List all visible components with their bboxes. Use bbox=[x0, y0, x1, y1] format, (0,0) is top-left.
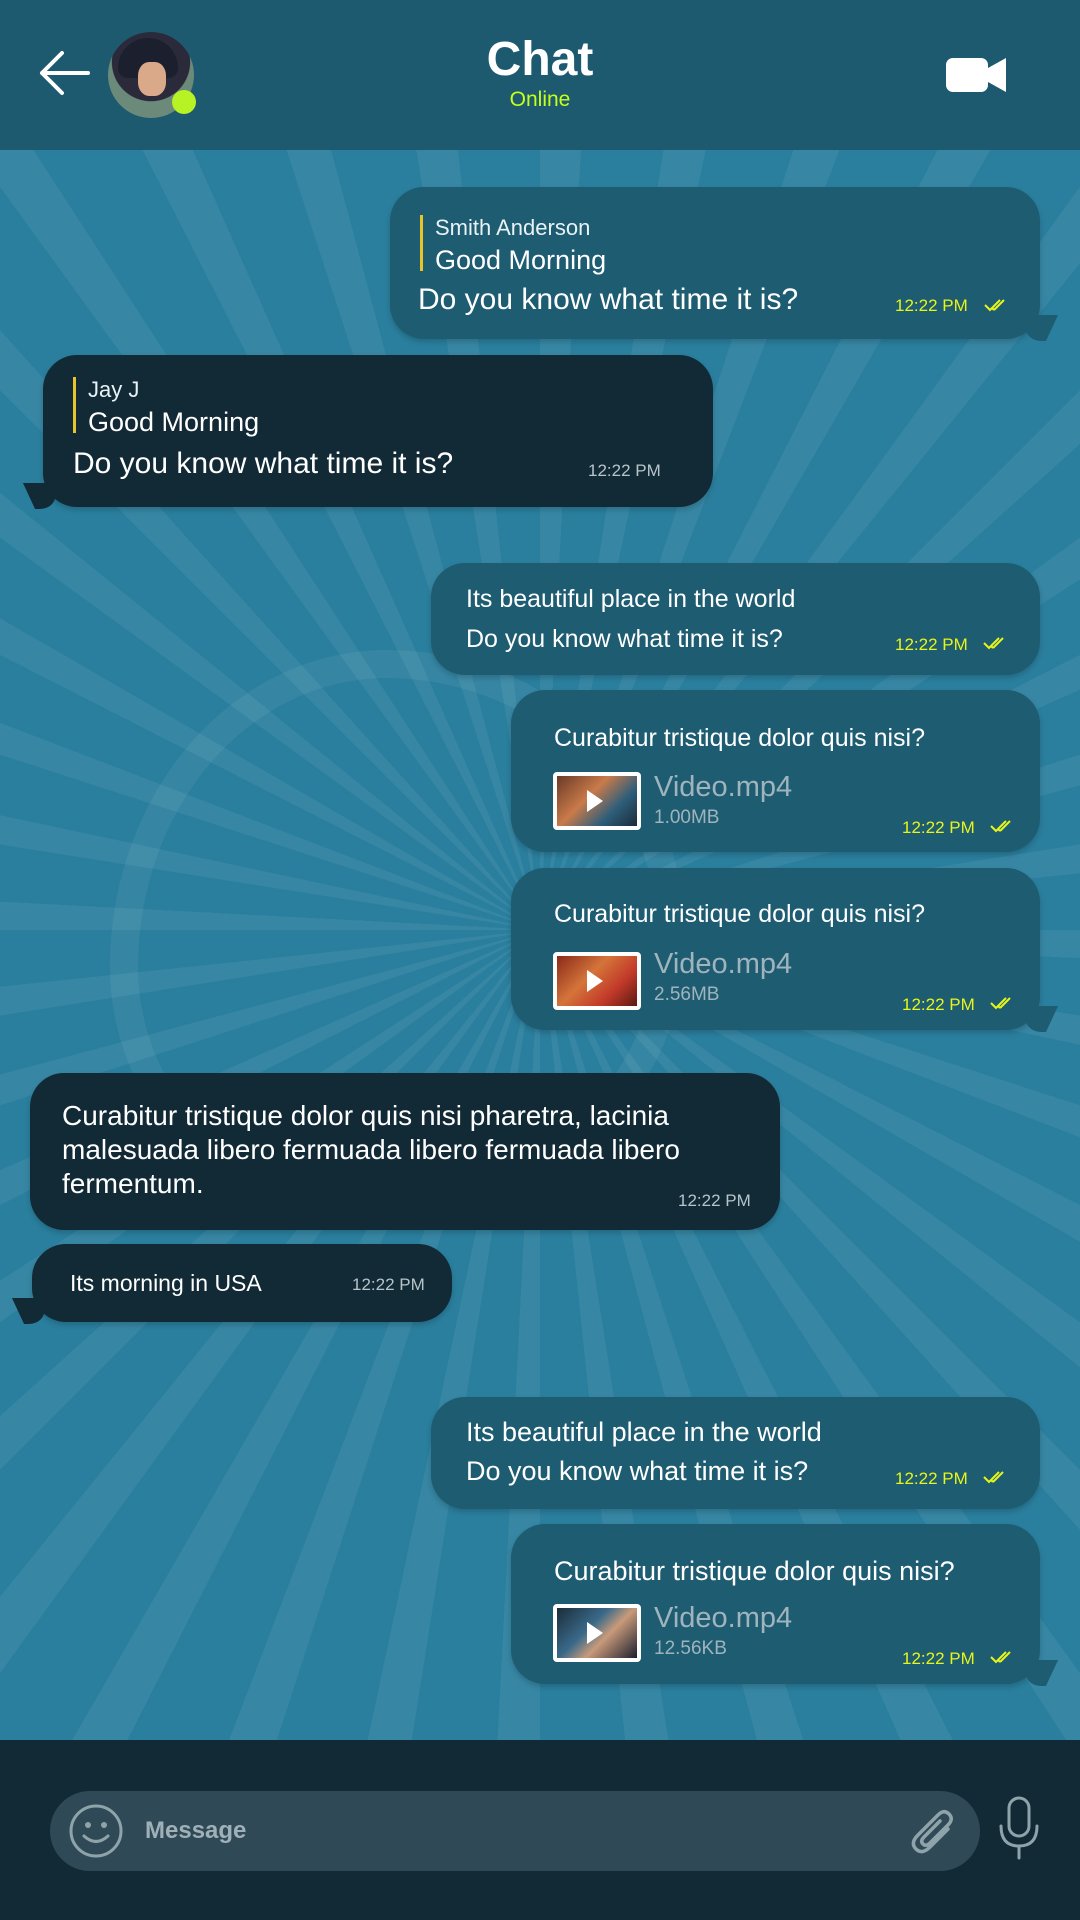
chat-header: Chat Online bbox=[0, 0, 1080, 150]
message-time: 12:22 PM bbox=[902, 818, 975, 837]
message-time: 12:22 PM bbox=[678, 1191, 751, 1210]
double-check-icon bbox=[990, 1651, 1011, 1664]
message-input[interactable]: Message bbox=[50, 1791, 980, 1871]
message-placeholder: Message bbox=[145, 1817, 247, 1844]
emoji-icon[interactable] bbox=[68, 1803, 124, 1859]
composer-bar: Message bbox=[0, 1740, 1080, 1920]
message-text: Its beautiful place in the world bbox=[466, 1417, 822, 1447]
message-time: 12:22 PM bbox=[902, 995, 975, 1014]
message-text: Its beautiful place in the world bbox=[466, 585, 796, 613]
message-text: Do you know what time it is? bbox=[418, 283, 799, 316]
attachment-icon[interactable] bbox=[910, 1809, 958, 1857]
double-check-icon bbox=[990, 820, 1011, 833]
video-thumbnail[interactable] bbox=[553, 1604, 641, 1662]
double-check-icon bbox=[983, 1471, 1004, 1484]
message-bubble-outgoing[interactable]: Curabitur tristique dolor quis nisi? Vid… bbox=[511, 868, 1040, 1030]
message-text: Curabitur tristique dolor quis nisi? bbox=[554, 724, 926, 752]
file-name: Video.mp4 bbox=[654, 1602, 793, 1634]
video-call-icon[interactable] bbox=[944, 54, 1008, 96]
message-time: 12:22 PM bbox=[895, 296, 968, 315]
play-icon bbox=[587, 1622, 603, 1644]
reply-quote: Jay J Good Morning bbox=[73, 377, 259, 437]
file-name: Video.mp4 bbox=[654, 771, 793, 803]
message-bubble-outgoing[interactable]: Smith Anderson Good Morning Do you know … bbox=[390, 187, 1040, 339]
message-text: Do you know what time it is? bbox=[73, 447, 454, 480]
message-bubble-incoming[interactable]: Its morning in USA 12:22 PM bbox=[32, 1244, 452, 1322]
message-text: Curabitur tristique dolor quis nisi phar… bbox=[62, 1100, 680, 1199]
reply-quote: Smith Anderson Good Morning bbox=[420, 215, 606, 275]
file-size: 12.56KB bbox=[654, 1638, 727, 1659]
file-size: 2.56MB bbox=[654, 984, 720, 1005]
online-status: Online bbox=[509, 88, 571, 111]
message-bubble-incoming[interactable]: Curabitur tristique dolor quis nisi phar… bbox=[30, 1073, 780, 1230]
page-title: Chat bbox=[486, 33, 594, 86]
video-thumbnail[interactable] bbox=[553, 952, 641, 1010]
double-check-icon bbox=[983, 637, 1004, 650]
message-time: 12:22 PM bbox=[352, 1275, 425, 1294]
message-bubble-incoming[interactable]: Jay J Good Morning Do you know what time… bbox=[43, 355, 713, 507]
message-text: Do you know what time it is? bbox=[466, 625, 783, 653]
message-time: 12:22 PM bbox=[588, 461, 661, 480]
message-time: 12:22 PM bbox=[902, 1649, 975, 1668]
message-time: 12:22 PM bbox=[895, 1469, 968, 1488]
message-bubble-outgoing[interactable]: Curabitur tristique dolor quis nisi? Vid… bbox=[511, 1524, 1040, 1684]
message-text: Curabitur tristique dolor quis nisi? bbox=[554, 1556, 955, 1586]
message-bubble-outgoing[interactable]: Curabitur tristique dolor quis nisi? Vid… bbox=[511, 690, 1040, 852]
message-bubble-outgoing[interactable]: Its beautiful place in the world Do you … bbox=[431, 1397, 1040, 1509]
video-thumbnail[interactable] bbox=[553, 772, 641, 830]
message-text: Do you know what time it is? bbox=[466, 1456, 809, 1486]
play-icon bbox=[587, 790, 603, 812]
play-icon bbox=[587, 970, 603, 992]
message-text: Curabitur tristique dolor quis nisi? bbox=[554, 900, 926, 928]
microphone-icon[interactable] bbox=[996, 1796, 1042, 1860]
message-time: 12:22 PM bbox=[895, 635, 968, 654]
message-text: Its morning in USA bbox=[70, 1270, 262, 1296]
file-name: Video.mp4 bbox=[654, 948, 793, 980]
file-size: 1.00MB bbox=[654, 807, 720, 828]
double-check-icon bbox=[984, 299, 1005, 312]
message-bubble-outgoing[interactable]: Its beautiful place in the world Do you … bbox=[431, 563, 1040, 675]
double-check-icon bbox=[990, 997, 1011, 1010]
